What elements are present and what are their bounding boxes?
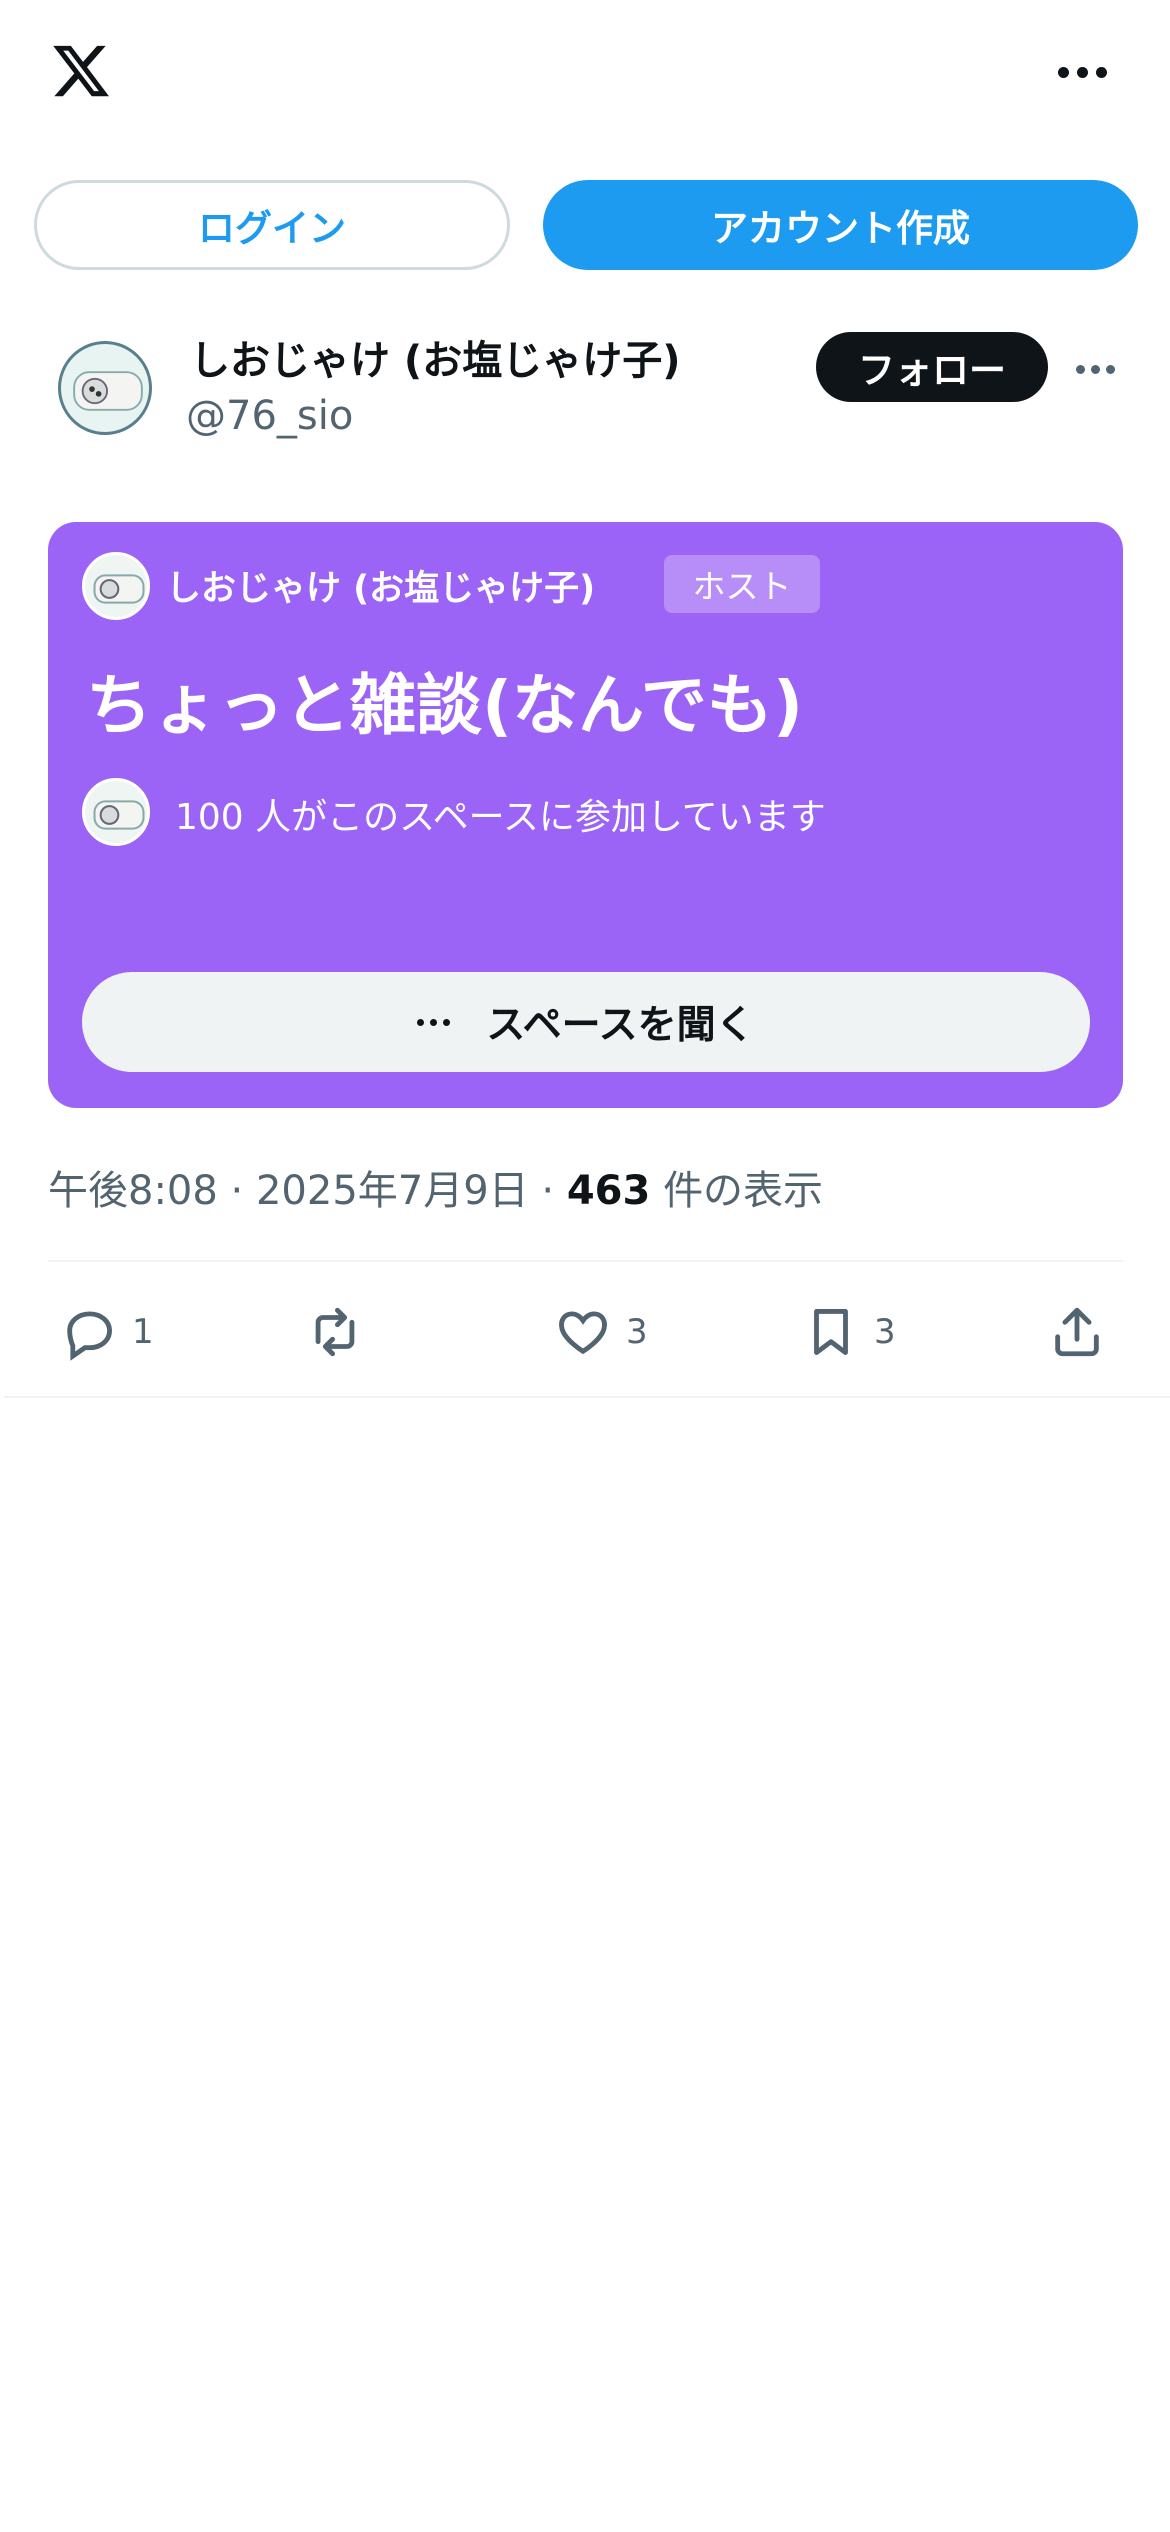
more-options-icon[interactable] (1076, 364, 1120, 374)
create-account-button[interactable]: アカウント作成 (543, 180, 1138, 270)
author-display-name[interactable]: しおじゃけ (お塩じゃけ子) (190, 328, 681, 386)
reply-count: 1 (132, 1312, 154, 1352)
author-handle[interactable]: @76_sio (186, 393, 353, 439)
host-name: しおじゃけ (お塩じゃけ子) (166, 569, 596, 609)
participants-count: 100 人がこのスペースに参加しています (175, 797, 826, 838)
spaces-icon (417, 1018, 451, 1026)
post-date[interactable]: 2025年7月9日 (256, 1168, 529, 1214)
views-label: 件の表示 (663, 1168, 824, 1214)
avatar[interactable] (58, 341, 152, 435)
like-button[interactable]: 3 (554, 1300, 648, 1364)
reply-icon (67, 1311, 112, 1361)
listen-space-button[interactable]: スペースを聞く (82, 972, 1090, 1072)
space-title: ちょっと雑談(なんでも) (86, 667, 804, 744)
bookmark-icon (814, 1309, 848, 1355)
listen-space-label: スペースを聞く (486, 1003, 755, 1048)
divider (48, 1260, 1123, 1262)
x-logo-icon[interactable] (48, 40, 114, 102)
post-time[interactable]: 午後8:08 (48, 1168, 218, 1214)
repost-icon (315, 1307, 355, 1357)
bookmark-count: 3 (874, 1312, 896, 1352)
like-count: 3 (626, 1312, 648, 1352)
share-icon (1055, 1307, 1099, 1357)
more-horizontal-icon[interactable] (1058, 60, 1118, 84)
post-meta: 午後8:08 · 2025年7月9日 · 463 件の表示 (48, 1158, 823, 1216)
host-avatar (82, 552, 150, 620)
meta-separator: · (541, 1168, 555, 1214)
share-button[interactable] (1048, 1300, 1106, 1364)
login-button[interactable]: ログイン (34, 180, 510, 270)
bookmark-button[interactable]: 3 (802, 1300, 896, 1364)
heart-icon (559, 1311, 607, 1355)
participant-avatar (82, 778, 150, 846)
views-count: 463 (566, 1168, 651, 1214)
host-badge: ホスト (664, 555, 820, 613)
reply-button[interactable]: 1 (60, 1300, 154, 1364)
follow-button[interactable]: フォロー (816, 332, 1048, 402)
meta-separator: · (230, 1168, 244, 1214)
divider (4, 1396, 1170, 1398)
repost-button[interactable] (306, 1300, 378, 1364)
